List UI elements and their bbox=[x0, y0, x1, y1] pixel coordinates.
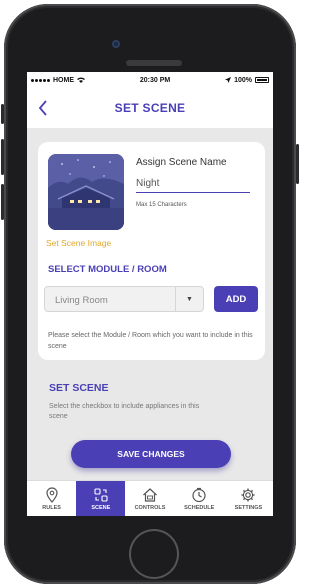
bottom-tab-bar: RULES SCENE CONTROLS SCHEDULE SETTINGS bbox=[27, 480, 273, 516]
battery-percent: 100% bbox=[234, 76, 252, 84]
signal-icon bbox=[31, 78, 50, 82]
page-title: SET SCENE bbox=[114, 101, 186, 115]
save-changes-button[interactable]: SAVE CHANGES bbox=[71, 440, 231, 468]
location-arrow-icon bbox=[225, 77, 232, 83]
room-select[interactable]: Living Room ▼ bbox=[44, 286, 204, 312]
scene-image[interactable] bbox=[48, 154, 124, 230]
max-characters-hint: Max 15 Characters bbox=[136, 202, 187, 208]
tab-label: SCHEDULE bbox=[184, 504, 215, 511]
volume-down-button bbox=[1, 184, 4, 220]
tab-controls[interactable]: CONTROLS bbox=[125, 481, 174, 516]
tab-label: SCENE bbox=[91, 504, 111, 511]
chevron-left-icon bbox=[38, 100, 47, 116]
tab-rules[interactable]: RULES bbox=[27, 481, 76, 516]
set-scene-heading: SET SCENE bbox=[49, 382, 109, 394]
caret-down-icon: ▼ bbox=[186, 295, 193, 303]
select-module-heading: SELECT MODULE / ROOM bbox=[48, 264, 167, 275]
tab-label: CONTROLS bbox=[134, 504, 166, 511]
carrier-label: HOME bbox=[53, 76, 74, 84]
dropdown-toggle[interactable]: ▼ bbox=[175, 287, 203, 311]
set-scene-image-link[interactable]: Set Scene Image bbox=[46, 238, 111, 248]
module-hint-text: Please select the Module / Room which yo… bbox=[48, 332, 253, 350]
set-scene-hint-text: Select the checkbox to include appliance… bbox=[49, 403, 200, 420]
front-camera bbox=[112, 40, 120, 48]
status-time: 20:30 PM bbox=[139, 76, 171, 84]
add-room-button[interactable]: ADD bbox=[214, 286, 258, 312]
volume-up-button bbox=[1, 139, 4, 175]
silent-switch bbox=[1, 104, 4, 124]
tab-label: SETTINGS bbox=[234, 504, 263, 511]
scene-name-input[interactable] bbox=[136, 175, 250, 193]
night-house-illustration bbox=[48, 154, 124, 230]
room-select-value: Living Room bbox=[55, 295, 108, 306]
tab-scene[interactable]: SCENE bbox=[76, 481, 126, 516]
tab-schedule[interactable]: SCHEDULE bbox=[175, 481, 224, 516]
status-bar: HOME 20:30 PM 100% bbox=[27, 72, 273, 88]
scene-details-card: Set Scene Image Assign Scene Name Max 15… bbox=[38, 142, 265, 360]
map-pin-icon bbox=[45, 486, 58, 503]
clock-icon bbox=[192, 487, 206, 502]
tab-label: RULES bbox=[42, 504, 61, 511]
earpiece bbox=[126, 60, 182, 66]
app-screen: HOME 20:30 PM 100% SET SCENE Set Scene I… bbox=[27, 72, 273, 516]
power-button bbox=[296, 144, 299, 184]
back-button[interactable] bbox=[35, 99, 51, 117]
page-header: SET SCENE bbox=[27, 88, 273, 128]
gear-icon bbox=[241, 488, 255, 501]
wifi-icon bbox=[77, 77, 85, 83]
tab-settings[interactable]: SETTINGS bbox=[224, 481, 273, 516]
scene-icon bbox=[94, 487, 108, 502]
battery-icon bbox=[254, 77, 269, 83]
assign-scene-name-label: Assign Scene Name bbox=[136, 157, 227, 168]
home-button[interactable] bbox=[129, 529, 179, 579]
house-icon bbox=[143, 487, 157, 502]
